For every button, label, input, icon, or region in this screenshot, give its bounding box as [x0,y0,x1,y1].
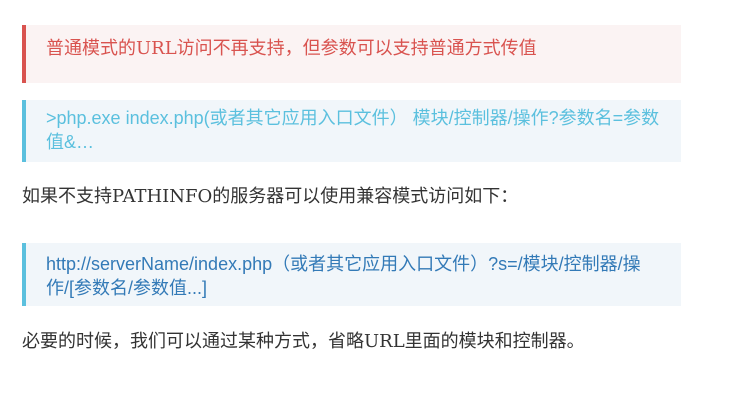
outro-paragraph: 必要的时候，我们可以通过某种方式，省略URL里面的模块和控制器。 [22,331,585,352]
intro-paragraph: 如果不支持PATHINFO的服务器可以使用兼容模式访问如下： [22,186,519,207]
cli-usage-note-text: >php.exe index.php(或者其它应用入口文件） 模块/控制器/操作… [46,108,660,152]
danger-note-text: 普通模式的URL访问不再支持，但参数可以支持普通方式传值 [46,38,537,59]
cli-usage-note-block: >php.exe index.php(或者其它应用入口文件） 模块/控制器/操作… [22,100,681,162]
compat-url-note-text: http://serverName/index.php（或者其它应用入口文件）?… [46,254,641,298]
danger-note-block: 普通模式的URL访问不再支持，但参数可以支持普通方式传值 [22,25,681,83]
compat-url-note-block: http://serverName/index.php（或者其它应用入口文件）?… [22,243,681,306]
